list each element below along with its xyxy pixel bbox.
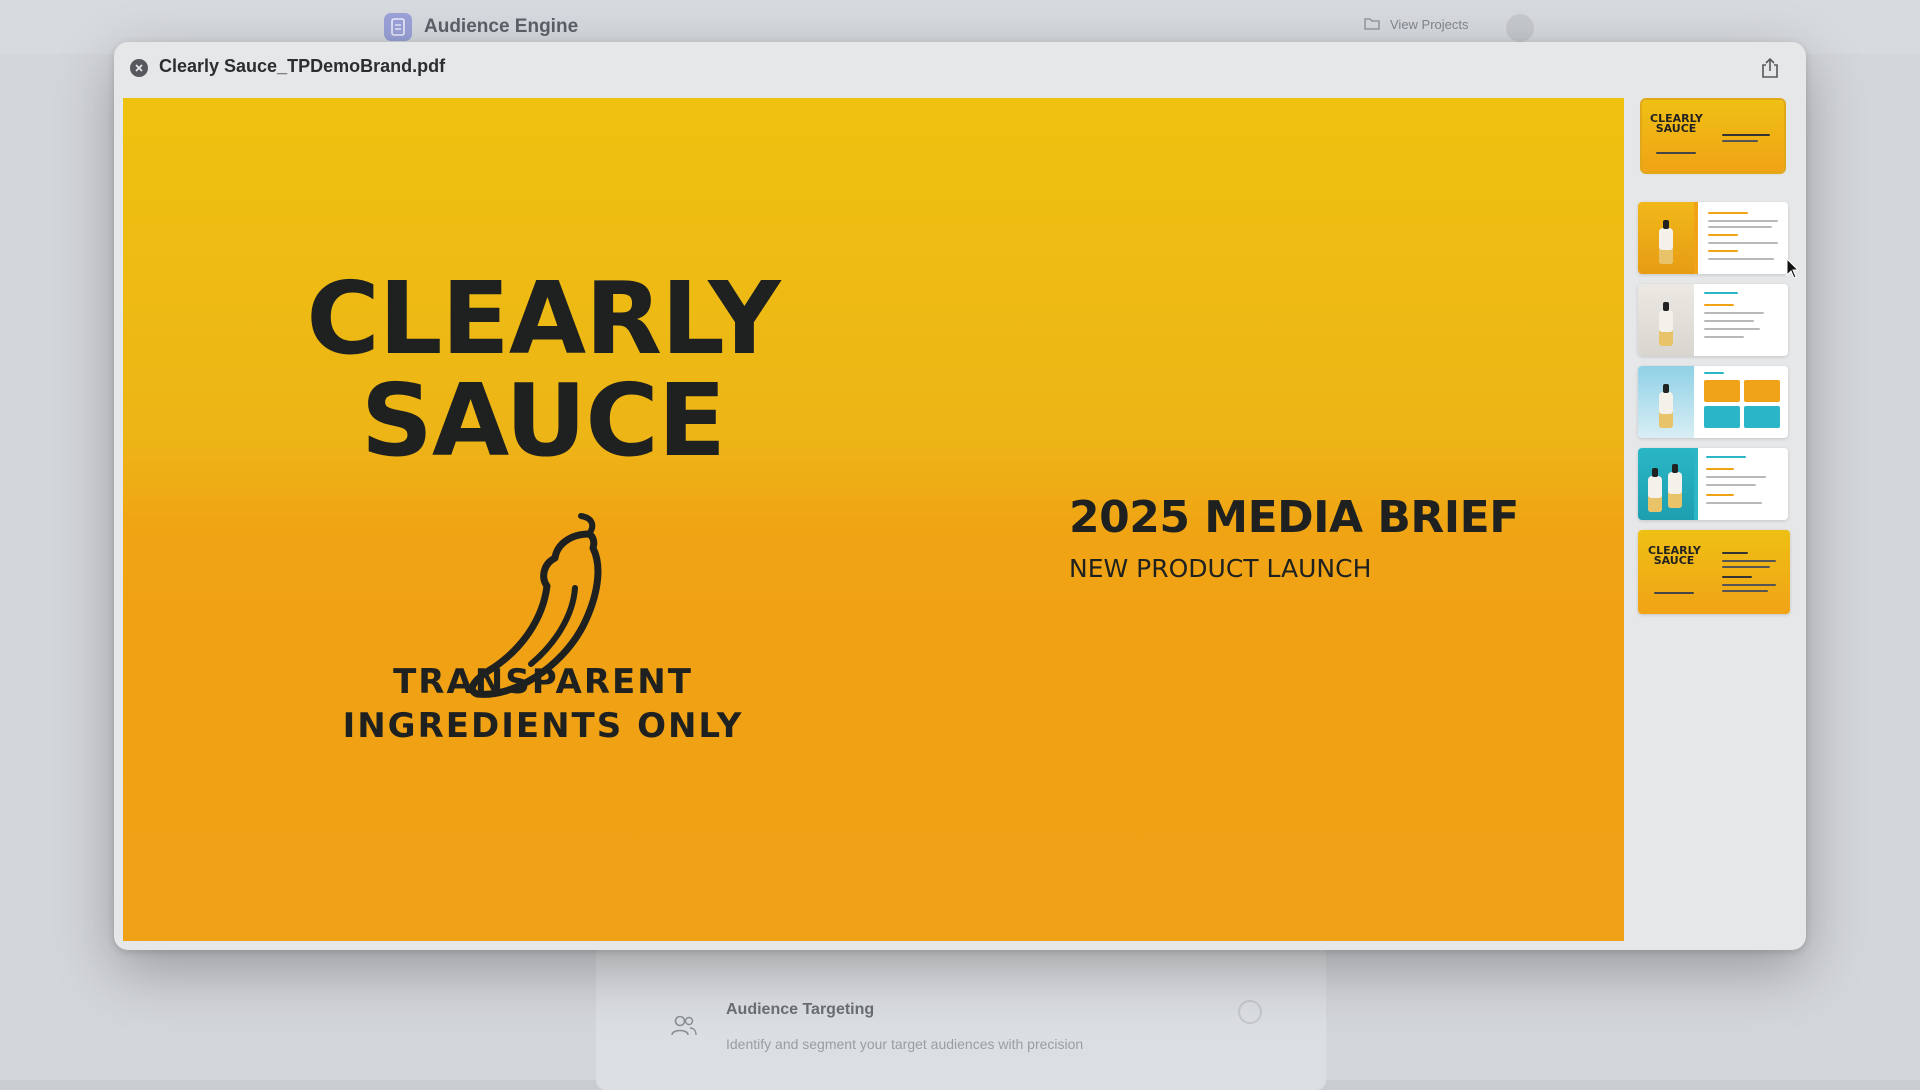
thumb-panel <box>1744 406 1780 428</box>
document-icon <box>384 13 412 41</box>
bottle-image <box>1668 472 1682 508</box>
bottle-image <box>1659 310 1673 346</box>
page-thumbnail[interactable]: CLEARLY SAUCE <box>1642 100 1784 172</box>
thumb-text-line <box>1706 484 1756 486</box>
thumb-text-line <box>1704 312 1764 314</box>
page-thumbnail[interactable] <box>1638 366 1788 438</box>
folder-icon <box>1364 16 1380 33</box>
thumb-title-line-2: SAUCE <box>1648 556 1700 566</box>
thumb-image <box>1638 202 1694 274</box>
thumb-image <box>1638 366 1694 438</box>
brand-logotype: CLEARLY SAUCE <box>303 268 783 472</box>
brand-line-1: CLEARLY <box>303 268 783 370</box>
thumb-image <box>1638 448 1694 520</box>
card-description: Identify and segment your target audienc… <box>726 1036 1083 1052</box>
thumb-text-line <box>1708 250 1738 252</box>
thumb-text-line <box>1722 584 1776 586</box>
thumb-text-line <box>1704 320 1754 322</box>
thumb-text-line <box>1722 590 1768 592</box>
thumb-text-line <box>1708 258 1774 260</box>
thumb-text-line <box>1722 552 1748 554</box>
thumb-text-line <box>1708 220 1778 222</box>
page-thumbnail[interactable] <box>1638 202 1788 274</box>
slide-heading: 2025 MEDIA BRIEF <box>1069 492 1519 543</box>
pdf-viewer-modal: Clearly Sauce_TPDemoBrand.pdf CLEARLY SA… <box>114 42 1806 950</box>
thumb-title-line-2: SAUCE <box>1650 124 1702 134</box>
slide-subheading: NEW PRODUCT LAUNCH <box>1069 554 1371 583</box>
thumb-text-line <box>1722 566 1770 568</box>
thumb-text-line <box>1708 242 1778 244</box>
thumb-text-line <box>1704 336 1744 338</box>
app-brand: Audience Engine <box>384 12 578 42</box>
tagline-line-2: INGREDIENTS ONLY <box>283 704 803 748</box>
thumb-text-line <box>1722 140 1758 142</box>
thumb-text-line <box>1722 134 1770 136</box>
card-select-radio[interactable] <box>1238 1000 1262 1024</box>
audience-targeting-card[interactable] <box>596 930 1326 1090</box>
page-thumbnail[interactable] <box>1638 284 1788 356</box>
thumb-text-line <box>1708 234 1738 236</box>
thumb-panel <box>1744 380 1780 402</box>
thumb-panel <box>1704 406 1740 428</box>
bottle-image <box>1648 476 1662 512</box>
users-icon <box>664 1006 704 1046</box>
thumb-text-line <box>1706 494 1734 496</box>
thumb-accent-bar <box>1694 448 1698 520</box>
thumb-text-line <box>1704 372 1724 374</box>
app-brand-name: Audience Engine <box>424 16 578 38</box>
page-thumbnail[interactable]: CLEARLY SAUCE <box>1638 530 1790 614</box>
brand-tagline: TRANSPARENT INGREDIENTS ONLY <box>283 660 803 748</box>
thumb-text-line <box>1706 476 1766 478</box>
file-name: Clearly Sauce_TPDemoBrand.pdf <box>159 56 445 77</box>
thumb-text-line <box>1722 576 1752 578</box>
bottle-image <box>1659 392 1673 428</box>
thumb-text-line <box>1704 328 1760 330</box>
thumb-text-line <box>1708 212 1748 214</box>
thumb-panel <box>1704 380 1740 402</box>
brand-line-2: SAUCE <box>303 370 783 472</box>
thumb-title: CLEARLY SAUCE <box>1648 546 1700 566</box>
thumb-text-line <box>1704 304 1734 306</box>
thumb-text-line <box>1722 560 1776 562</box>
thumb-text-line <box>1706 502 1762 504</box>
pdf-page: CLEARLY SAUCE TRANSPARENT INGREDIENTS ON… <box>123 98 1624 941</box>
card-title: Audience Targeting <box>726 1001 874 1019</box>
thumb-accent-bar <box>1694 202 1698 274</box>
view-projects-link[interactable]: View Projects <box>1364 16 1469 33</box>
thumb-text-line <box>1708 226 1772 228</box>
thumb-text-line <box>1656 152 1696 154</box>
thumb-text-line <box>1704 292 1738 294</box>
modal-header: Clearly Sauce_TPDemoBrand.pdf <box>114 42 1806 92</box>
thumb-text-line <box>1706 456 1746 458</box>
thumb-title: CLEARLY SAUCE <box>1650 114 1702 134</box>
thumb-text-line <box>1654 592 1694 594</box>
close-button[interactable] <box>130 59 148 77</box>
share-icon <box>1761 57 1779 79</box>
bottle-image <box>1659 228 1673 264</box>
share-button[interactable] <box>1758 55 1782 81</box>
thumb-image <box>1638 284 1694 356</box>
view-projects-label: View Projects <box>1390 17 1469 32</box>
mouse-cursor-icon <box>1786 258 1800 280</box>
tagline-line-1: TRANSPARENT <box>283 660 803 704</box>
avatar[interactable] <box>1506 14 1534 42</box>
thumb-text-line <box>1706 468 1734 470</box>
close-icon <box>134 63 144 73</box>
page-thumbnail[interactable] <box>1638 448 1788 520</box>
